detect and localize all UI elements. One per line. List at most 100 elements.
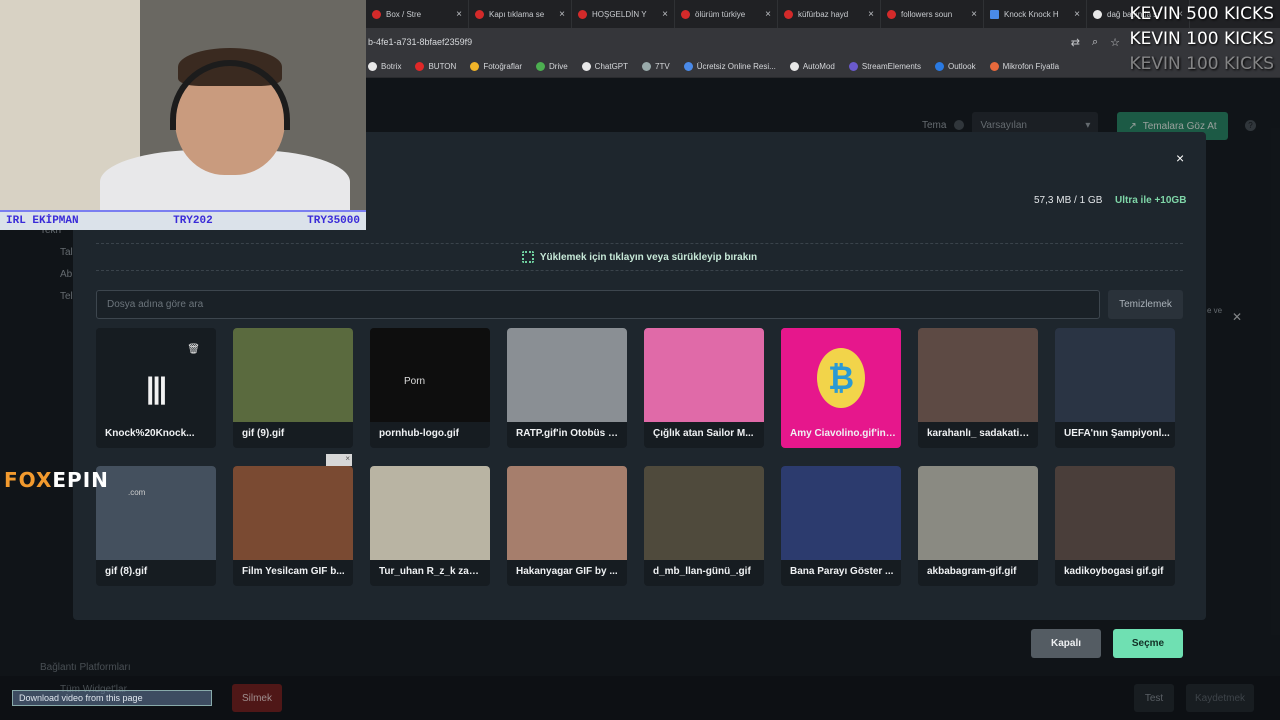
- off-button[interactable]: Kapalı: [1031, 629, 1101, 658]
- bookmark-item[interactable]: StreamElements: [848, 62, 921, 71]
- bookmark-item[interactable]: Mikrofon Fiyatla: [989, 62, 1059, 71]
- bookmark-item[interactable]: AutoMod: [789, 62, 835, 71]
- file-name: gif (8).gif: [105, 566, 148, 577]
- kick-entry: KEVIN 100 KICKS: [1129, 54, 1274, 74]
- file-card[interactable]: karahanlı_ sadakatin...: [918, 328, 1038, 448]
- file-thumbnail: [1055, 466, 1175, 560]
- file-thumbnail: [370, 466, 490, 560]
- file-name: Knock%20Knock...: [105, 428, 195, 439]
- file-card[interactable]: Porn pornhub-logo.gif: [370, 328, 490, 448]
- tab-close-icon[interactable]: ×: [1074, 9, 1080, 20]
- tab-close-icon[interactable]: ×: [559, 9, 565, 20]
- file-thumbnail: [96, 466, 216, 560]
- trash-icon[interactable]: 🗑: [187, 344, 200, 355]
- file-card[interactable]: Bana Parayı Göster ...: [781, 466, 901, 586]
- choose-button[interactable]: Seçme: [1113, 629, 1183, 658]
- browser-tab[interactable]: Knock Knock H ×: [984, 0, 1087, 28]
- tab-label: Knock Knock H: [1004, 9, 1059, 19]
- bookmark-item[interactable]: Outlook: [935, 62, 976, 71]
- ad-close-icon[interactable]: ×: [326, 454, 352, 466]
- bookmark-item[interactable]: Fotoğraflar: [470, 62, 522, 71]
- file-thumbnail: [781, 466, 901, 560]
- file-card[interactable]: akbabagram-gif.gif: [918, 466, 1038, 586]
- browser-tab[interactable]: ölürüm türkiye ×: [675, 0, 778, 28]
- file-card[interactable]: Çığlık atan Sailor M...: [644, 328, 764, 448]
- file-card[interactable]: Hakanyagar GIF by ...: [507, 466, 627, 586]
- upgrade-link[interactable]: Ultra ile +10GB: [1115, 195, 1186, 206]
- ticker-amount: TRY202: [173, 215, 213, 227]
- bookmark-label: Ücretsiz Online Resi...: [696, 62, 776, 71]
- tab-favicon-icon: [784, 9, 793, 19]
- browser-tab[interactable]: küfürbaz hayd ×: [778, 0, 881, 28]
- file-name: UEFA'nın Şampiyonl...: [1064, 428, 1170, 439]
- file-card[interactable]: Film Yesilcam GIF b...: [233, 466, 353, 586]
- tab-favicon-icon: [1093, 9, 1102, 19]
- bookmark-favicon-icon: [470, 62, 480, 71]
- dropzone-label: Yüklemek için tıklayın veya sürükleyip b…: [539, 251, 758, 263]
- file-search-input[interactable]: [96, 290, 1100, 319]
- file-card[interactable]: d_mb_llan-günü_.gif: [644, 466, 764, 586]
- tab-favicon-icon: [887, 9, 896, 19]
- translate-icon[interactable]: ⇄: [1071, 36, 1080, 49]
- bookmark-favicon-icon: [415, 62, 425, 71]
- file-card[interactable]: Tur_uhan R_z_k zam...: [370, 466, 490, 586]
- bookmark-item[interactable]: Botrix: [368, 62, 401, 71]
- file-name: Çığlık atan Sailor M...: [653, 428, 754, 439]
- browser-tab[interactable]: HOŞGELDİN Y ×: [572, 0, 675, 28]
- file-card[interactable]: gif (9).gif: [233, 328, 353, 448]
- file-name: Bana Parayı Göster ...: [790, 566, 894, 577]
- zoom-icon[interactable]: ⌕: [1092, 36, 1098, 49]
- file-card[interactable]: kadikoybogasi gif.gif: [1055, 466, 1175, 586]
- tab-favicon-icon: [475, 9, 484, 19]
- star-icon[interactable]: ☆: [1110, 36, 1120, 49]
- file-card[interactable]: ||| 🗑 Knock%20Knock...: [96, 328, 216, 448]
- tab-close-icon[interactable]: ×: [971, 9, 977, 20]
- file-name: Film Yesilcam GIF b...: [242, 566, 345, 577]
- bookmark-favicon-icon: [683, 62, 693, 71]
- webcam-feed: [0, 0, 366, 210]
- tab-label: Box / Stre: [386, 9, 422, 19]
- upload-icon: [521, 251, 534, 263]
- clear-button[interactable]: Temizlemek: [1108, 290, 1183, 319]
- bookmark-item[interactable]: Drive: [536, 62, 568, 71]
- upload-dropzone[interactable]: Yüklemek için tıklayın veya sürükleyip b…: [96, 243, 1183, 271]
- file-name: d_mb_llan-günü_.gif: [653, 566, 751, 577]
- file-card[interactable]: ₿ Amy Ciavolino.gif'in ...: [781, 328, 901, 448]
- file-grid: ||| 🗑 Knock%20Knock... gif (9).gif Porn pornh…: [96, 328, 1183, 586]
- bookmark-favicon-icon: [536, 62, 545, 71]
- bookmark-item[interactable]: Ücretsiz Online Resi...: [683, 62, 776, 71]
- file-card[interactable]: gif (8).gif: [96, 466, 216, 586]
- donation-ticker: IRL EKİPMAN TRY202 TRY35000: [0, 210, 366, 230]
- file-card[interactable]: RATP.gif'in Otobüs B...: [507, 328, 627, 448]
- file-name: Amy Ciavolino.gif'in ...: [790, 428, 896, 439]
- tab-close-icon[interactable]: ×: [868, 9, 874, 20]
- kick-entry: KEVIN 100 KICKS: [1129, 29, 1274, 49]
- tab-close-icon[interactable]: ×: [456, 9, 462, 20]
- bookmark-label: StreamElements: [861, 62, 921, 71]
- download-video-bar[interactable]: Download video from this page: [12, 690, 212, 706]
- bitcoin-icon: ₿: [817, 348, 865, 408]
- tab-close-icon[interactable]: ×: [662, 9, 668, 20]
- sponsor-domain: .com: [128, 488, 146, 497]
- close-icon[interactable]: ×: [1176, 150, 1184, 166]
- browser-tab[interactable]: Box / Stre ×: [366, 0, 469, 28]
- browser-tab[interactable]: Kapı tıklama se ×: [469, 0, 572, 28]
- tab-label: ölürüm türkiye: [695, 9, 746, 19]
- browser-tab[interactable]: followers soun ×: [881, 0, 984, 28]
- tab-close-icon[interactable]: ×: [765, 9, 771, 20]
- bookmark-item[interactable]: BUTON: [415, 62, 456, 71]
- kick-leaderboard: KEVIN 500 KICKS KEVIN 100 KICKS KEVIN 10…: [1130, 2, 1274, 77]
- bookmark-item[interactable]: 7TV: [642, 62, 670, 71]
- file-thumbnail: [918, 466, 1038, 560]
- sponsor-logo-a: FOX: [4, 468, 53, 492]
- file-card[interactable]: UEFA'nın Şampiyonl...: [1055, 328, 1175, 448]
- bookmark-item[interactable]: ChatGPT: [581, 62, 628, 71]
- file-name: akbabagram-gif.gif: [927, 566, 1017, 577]
- bookmark-favicon-icon: [789, 62, 799, 71]
- file-name: karahanlı_ sadakatin...: [927, 428, 1033, 439]
- storage-usage: 57,3 MB / 1 GB: [1034, 195, 1103, 206]
- tab-favicon-icon: [578, 9, 587, 19]
- file-thumbnail: [918, 328, 1038, 422]
- screen: Tema Varsayılan ▾ ↗ Temalara Göz At ? Te…: [0, 0, 1280, 720]
- address-text: b-4fe1-a731-8bfaef2359f9: [368, 37, 473, 47]
